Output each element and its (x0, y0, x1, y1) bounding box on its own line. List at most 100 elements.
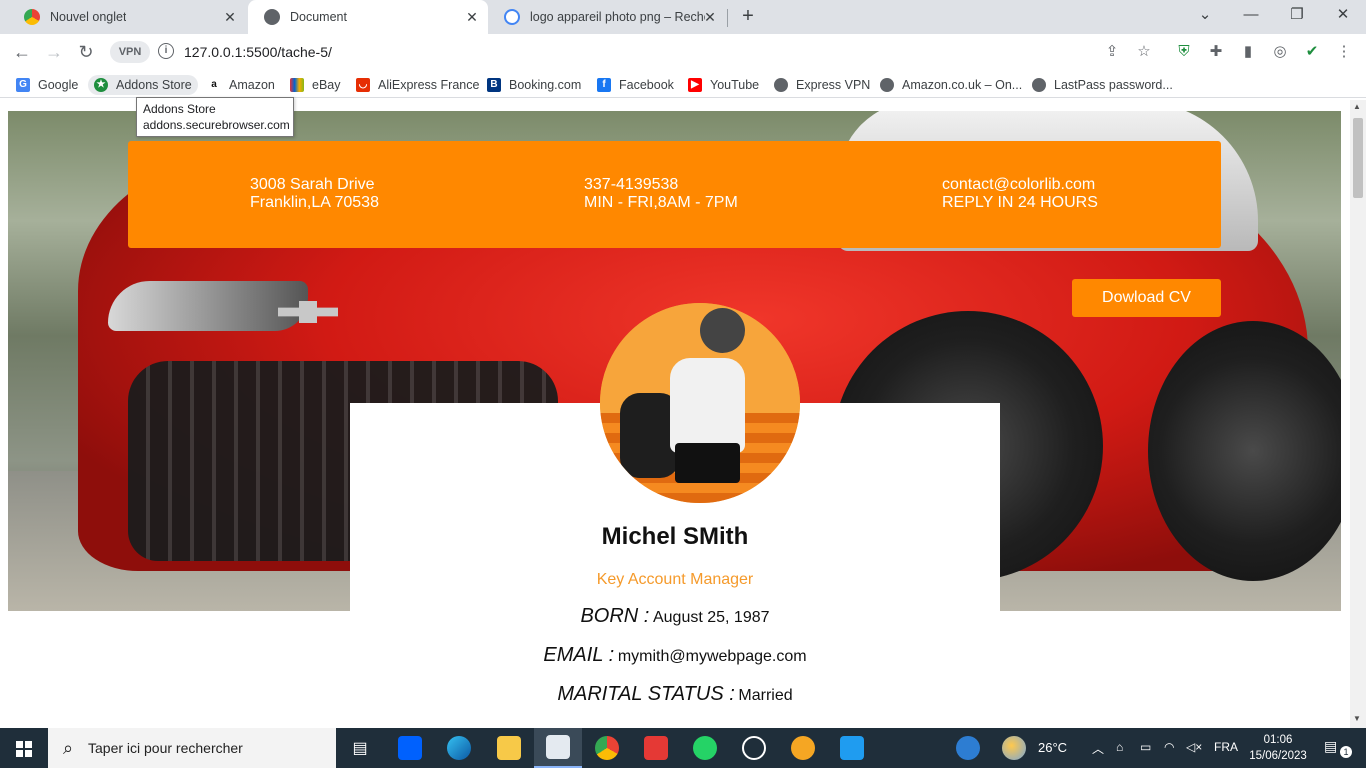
language-indicator[interactable]: FRA (1214, 740, 1238, 754)
window-close-button[interactable]: ✕ (1320, 0, 1366, 32)
weather-temperature[interactable]: 26°C (1038, 740, 1067, 755)
tab-separator (727, 9, 728, 27)
media-player-icon[interactable] (730, 728, 778, 768)
wifi-icon[interactable]: ◠ (1164, 740, 1174, 754)
bookmark-label: Booking.com (509, 78, 582, 92)
bookmark-google[interactable]: G Google (16, 75, 78, 95)
reply-time: REPLY IN 24 HOURS (942, 194, 1098, 211)
facebook-icon: f (597, 78, 611, 92)
address-line: 3008 Sarah Drive (250, 176, 375, 193)
bookmark-aliexpress[interactable]: ◡ AliExpress France (356, 75, 479, 95)
vscode-icon[interactable] (828, 728, 876, 768)
bookmark-express-vpn[interactable]: Express VPN (774, 75, 870, 95)
page-viewport: 3008 Sarah Drive Franklin,LA 70538 337-4… (0, 100, 1350, 728)
network-device-icon[interactable]: ⌂ (1116, 740, 1123, 754)
extensions-puzzle-icon[interactable]: ✚ (1206, 42, 1226, 62)
whatsapp-icon[interactable] (681, 728, 729, 768)
bookmark-label: Amazon.co.uk – On... (902, 78, 1023, 92)
stack-app-icon[interactable] (632, 728, 680, 768)
edge-icon[interactable] (435, 728, 483, 768)
bookmark-booking[interactable]: B Booking.com (487, 75, 581, 95)
scroll-thumb[interactable] (1353, 118, 1363, 198)
tab-new-tab[interactable]: Nouvel onglet ✕ (8, 0, 246, 34)
close-icon[interactable]: ✕ (702, 9, 718, 25)
tab-document[interactable]: Document ✕ (248, 0, 488, 34)
help-icon[interactable] (944, 728, 992, 768)
amazon-icon: a (207, 78, 221, 92)
reload-icon[interactable]: ↻ (74, 40, 98, 64)
weather-icon[interactable] (994, 728, 1034, 768)
address-line: Franklin,LA 70538 (250, 194, 379, 211)
tab-search-chevron-icon[interactable]: ⌄ (1182, 0, 1228, 32)
shield-extension-icon[interactable]: ⛨ (1174, 42, 1194, 62)
volume-muted-icon[interactable]: ◁× (1186, 740, 1202, 754)
scroll-down-arrow-icon[interactable]: ▼ (1353, 714, 1361, 723)
side-panel-icon[interactable]: ▮ (1238, 42, 1258, 62)
bookmark-facebook[interactable]: f Facebook (597, 75, 674, 95)
tab-search[interactable]: logo appareil photo png – Reche ✕ (488, 0, 726, 34)
profile-avatar (600, 303, 800, 503)
new-tab-button[interactable]: + (736, 5, 760, 29)
clock-time: 01:06 (1263, 734, 1293, 746)
ebay-icon (290, 78, 304, 92)
taskbar-clock[interactable]: 01:06 15/06/2023 (1248, 732, 1308, 764)
taskbar-search-box[interactable]: ⌕ Taper ici pour rechercher (48, 728, 336, 768)
booking-icon: B (487, 78, 501, 92)
paint-app-icon[interactable] (534, 728, 582, 768)
bookmark-amazon[interactable]: a Amazon (207, 75, 275, 95)
brave-vpn-icon[interactable] (779, 728, 827, 768)
tab-label: logo appareil photo png – Reche (530, 10, 705, 24)
battery-icon[interactable]: ▭ (1140, 740, 1151, 754)
globe-icon (264, 9, 280, 25)
email-value: mymith@mywebpage.com (617, 648, 807, 665)
close-icon[interactable]: ✕ (464, 9, 480, 25)
born-label: BORN : (580, 605, 650, 627)
addons-store-icon: ★ (94, 78, 108, 92)
bookmark-addons-store[interactable]: ★ Addons Store (88, 75, 198, 95)
notification-icon[interactable]: ▤ (1324, 738, 1337, 755)
search-icon: ⌕ (62, 737, 74, 758)
bookmark-label: Amazon (229, 78, 275, 92)
dropbox-icon[interactable] (386, 728, 434, 768)
born-row: BORN : August 25, 1987 (350, 605, 1000, 628)
scroll-up-arrow-icon[interactable]: ▲ (1353, 102, 1361, 111)
bookmark-ebay[interactable]: eBay (290, 75, 341, 95)
google-icon: G (16, 78, 30, 92)
address-bar[interactable]: 127.0.0.1:5500/tache-5/ (184, 44, 332, 60)
forward-arrow-icon[interactable]: → (42, 40, 66, 64)
menu-dots-icon[interactable]: ⋮ (1334, 42, 1354, 62)
google-icon (504, 9, 520, 25)
download-cv-button[interactable]: Dowload CV (1072, 279, 1221, 317)
tray-chevron-icon[interactable]: ︿ (1092, 740, 1104, 757)
share-icon[interactable]: ⇪ (1102, 42, 1122, 62)
minimize-button[interactable]: — (1228, 0, 1274, 32)
phone-block: 337-4139538 MIN - FRI,8AM - 7PM (584, 176, 738, 212)
bookmark-label: Express VPN (796, 78, 871, 92)
youtube-icon: ▶ (688, 78, 702, 92)
vpn-badge[interactable]: VPN (110, 41, 150, 63)
bookmark-label: AliExpress France (378, 78, 480, 92)
chrome-icon (24, 9, 40, 25)
close-icon[interactable]: ✕ (222, 9, 238, 25)
bookmark-youtube[interactable]: ▶ YouTube (688, 75, 759, 95)
profile-role: Key Account Manager (596, 571, 754, 588)
chrome-taskbar-icon[interactable] (583, 728, 631, 768)
clock-date: 15/06/2023 (1249, 750, 1307, 762)
tooltip-url: addons.securebrowser.com (143, 118, 290, 132)
security-check-icon[interactable]: ✔ (1302, 42, 1322, 62)
profile-icon[interactable]: ◎ (1270, 42, 1290, 62)
site-info-icon[interactable]: i (158, 43, 174, 59)
profile-name: Michel SMith (601, 523, 749, 550)
star-icon[interactable]: ☆ (1134, 42, 1154, 62)
file-explorer-icon[interactable] (485, 728, 533, 768)
contact-band: 3008 Sarah Drive Franklin,LA 70538 337-4… (128, 141, 1221, 248)
task-view-icon[interactable]: ▤ (336, 728, 384, 768)
start-button[interactable] (0, 728, 48, 768)
marital-value: Married (738, 687, 793, 704)
restore-button[interactable]: ❐ (1274, 0, 1320, 32)
notification-count: 1 (1340, 746, 1352, 758)
back-arrow-icon[interactable]: ← (10, 40, 34, 64)
bookmark-lastpass[interactable]: LastPass password... (1032, 75, 1173, 95)
bookmark-amazon-uk[interactable]: Amazon.co.uk – On... (880, 75, 1022, 95)
windows-logo-icon (16, 741, 32, 757)
